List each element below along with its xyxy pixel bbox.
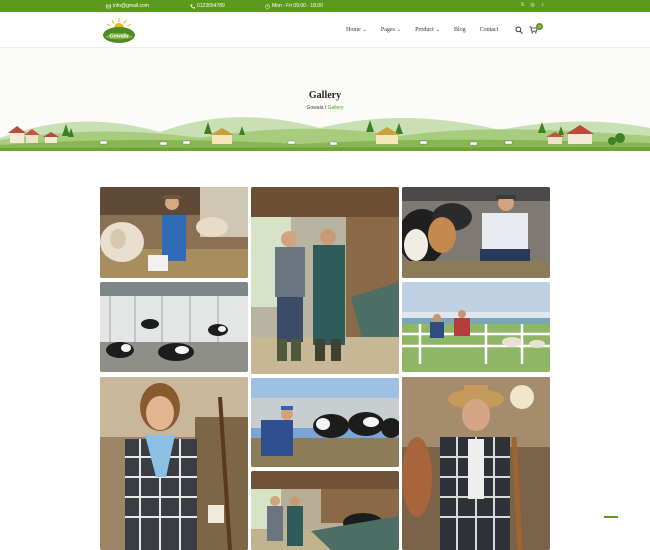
cart-count-badge: 0	[536, 23, 543, 30]
farm-landscape-illustration	[0, 117, 650, 151]
topbar-phone-text: 0123654789	[197, 3, 225, 9]
phone-icon	[190, 4, 195, 9]
gowala-logo[interactable]: Gowala	[101, 16, 137, 46]
nav-blog-label: Blog	[453, 27, 466, 33]
nav-home[interactable]: Home ⌄	[346, 27, 367, 33]
gallery-image-farmers-in-cow-shed[interactable]	[251, 471, 399, 550]
nav-contact-label: Contact	[479, 27, 499, 33]
gallery-image-farmers-on-fence[interactable]	[402, 282, 550, 372]
gallery-image-farmer-feeding-cows[interactable]	[251, 378, 399, 467]
topbar-hours: Mon - Fri 09:00 - 18:00	[265, 3, 323, 9]
nav-product[interactable]: Product ⌄	[415, 27, 440, 33]
topbar-email-text: info@gmail.com	[113, 3, 149, 9]
topbar-phone[interactable]: 0123654789	[190, 3, 225, 9]
nav-pages-label: Pages	[380, 27, 395, 33]
topbar-email[interactable]: info@gmail.com	[106, 3, 149, 9]
nav-product-label: Product	[415, 27, 434, 33]
top-bar: info@gmail.com 0123654789 Mon - Fri 09:0…	[0, 0, 650, 12]
chevron-down-icon: ⌄	[362, 28, 367, 33]
gallery-image-dairy-barn[interactable]	[100, 282, 248, 372]
gallery-image-farmer-petting-calf[interactable]	[402, 187, 550, 278]
clock-icon	[265, 3, 270, 9]
chevron-down-icon: ⌄	[435, 28, 440, 33]
gallery-image-older-farmer-in-hat[interactable]	[402, 377, 550, 550]
x-icon[interactable]: 𝕏	[520, 3, 525, 8]
social-links: 𝕏 ◎ ♪	[520, 3, 545, 8]
mail-icon	[106, 4, 111, 8]
topbar-hours-text: Mon - Fri 09:00 - 18:00	[272, 3, 323, 9]
nav-home-label: Home	[346, 27, 361, 33]
gallery-image-smiling-woman-with-pitchfork[interactable]	[100, 377, 248, 550]
chevron-down-icon: ⌄	[396, 28, 402, 33]
search-icon[interactable]	[515, 26, 523, 34]
gallery-image-two-men-walking-in-barn[interactable]	[251, 187, 399, 374]
instagram-icon[interactable]: ◎	[530, 3, 535, 8]
site-header: Gowala Home ⌄ Pages ⌄ Product ⌄ Blog Contac…	[0, 12, 650, 48]
tiktok-icon[interactable]: ♪	[540, 3, 545, 8]
nav-pages[interactable]: Pages ⌄	[381, 27, 401, 33]
page-banner: Gallery Gowala / Gallery	[0, 48, 650, 151]
page-title: Gallery	[308, 90, 342, 101]
nav-blog[interactable]: Blog	[454, 27, 466, 33]
logo-text: Gowala	[109, 34, 128, 40]
scroll-to-top-button[interactable]	[604, 516, 618, 518]
nav-contact[interactable]: Contact	[480, 27, 499, 33]
main-nav: Home ⌄ Pages ⌄ Product ⌄ Blog Contact	[346, 27, 498, 33]
gallery-image-farmer-with-cows[interactable]	[100, 187, 248, 278]
gallery-grid	[100, 187, 550, 550]
